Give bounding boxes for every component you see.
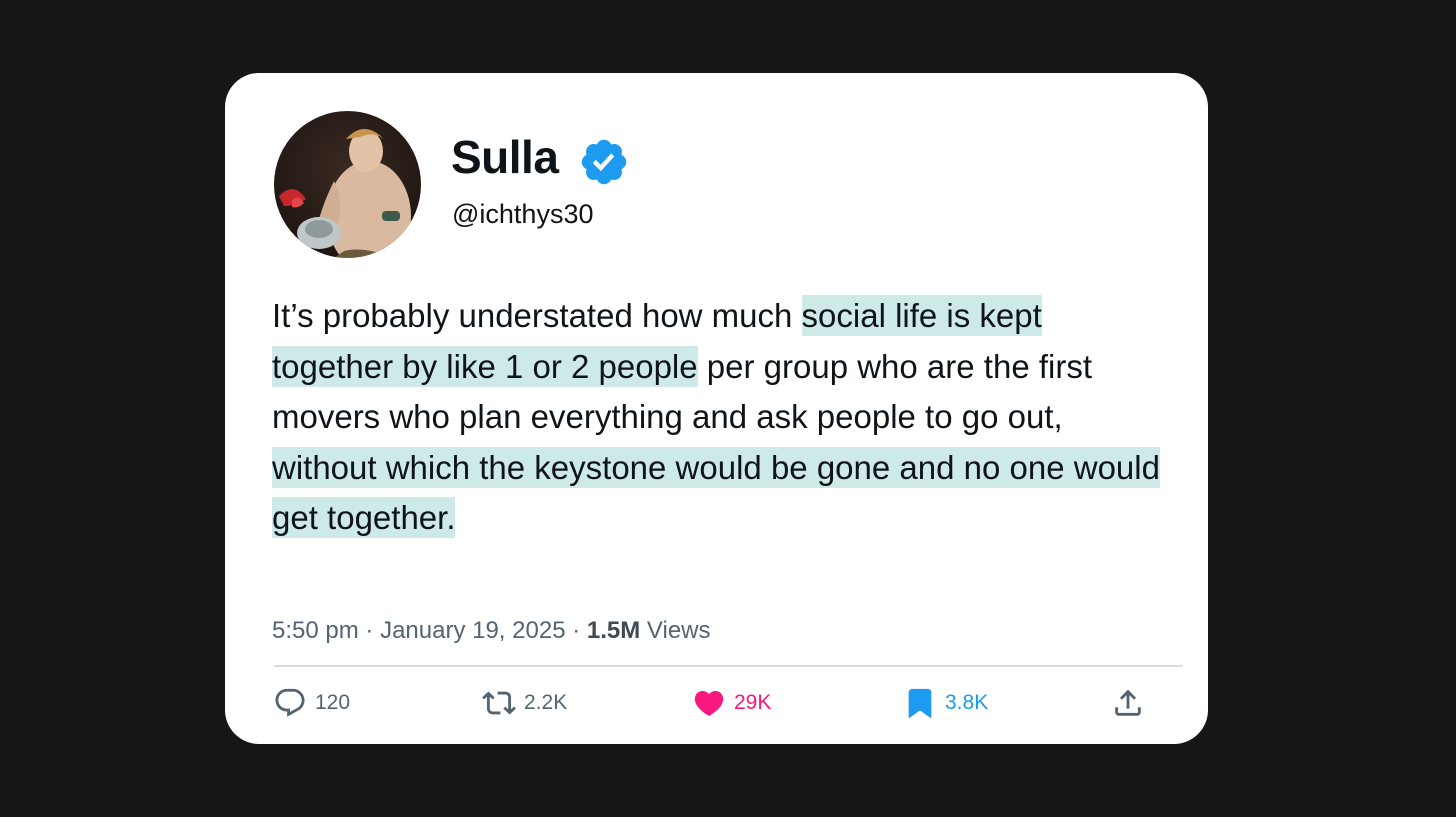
tweet-time[interactable]: 5:50 pm	[272, 617, 359, 644]
views-count: 1.5M	[586, 617, 641, 644]
text-segment: It’s probably understated how much	[272, 297, 802, 334]
share-button[interactable]	[1111, 683, 1153, 723]
retweet-icon	[482, 691, 516, 715]
bookmark-count: 3.8K	[945, 691, 989, 714]
tweet-card: Sulla @ichthys30 It’s probably understat…	[225, 73, 1208, 744]
divider	[274, 665, 1183, 667]
author-name[interactable]: Sulla	[451, 130, 559, 184]
tweet-date[interactable]: January 19, 2025	[380, 617, 565, 644]
retweet-button[interactable]: 2.2K	[482, 683, 567, 723]
verified-badge-icon	[582, 139, 627, 185]
retweet-count: 2.2K	[524, 691, 568, 714]
reply-count: 120	[315, 691, 351, 714]
avatar[interactable]	[274, 111, 421, 258]
meta-separator: ·	[572, 617, 581, 644]
reply-button[interactable]: 120	[273, 683, 350, 723]
like-count: 29K	[734, 691, 772, 714]
bookmark-icon	[908, 688, 932, 719]
bookmark-button[interactable]: 3.8K	[903, 683, 988, 723]
author-name-row: Sulla	[451, 125, 630, 189]
author-handle[interactable]: @ichthys30	[452, 199, 593, 230]
reply-icon	[275, 688, 305, 717]
tweet-meta: 5:50 pm · January 19, 2025 · 1.5M Views	[272, 617, 711, 645]
like-button[interactable]: 29K	[692, 683, 771, 723]
share-icon	[1115, 689, 1141, 716]
heart-icon	[694, 690, 724, 716]
tweet-text: It’s probably understated how much socia…	[272, 291, 1172, 544]
highlighted-text-segment: without which the keystone would be gone…	[272, 446, 1160, 538]
views-label: Views	[646, 617, 711, 644]
meta-separator: ·	[365, 617, 374, 644]
